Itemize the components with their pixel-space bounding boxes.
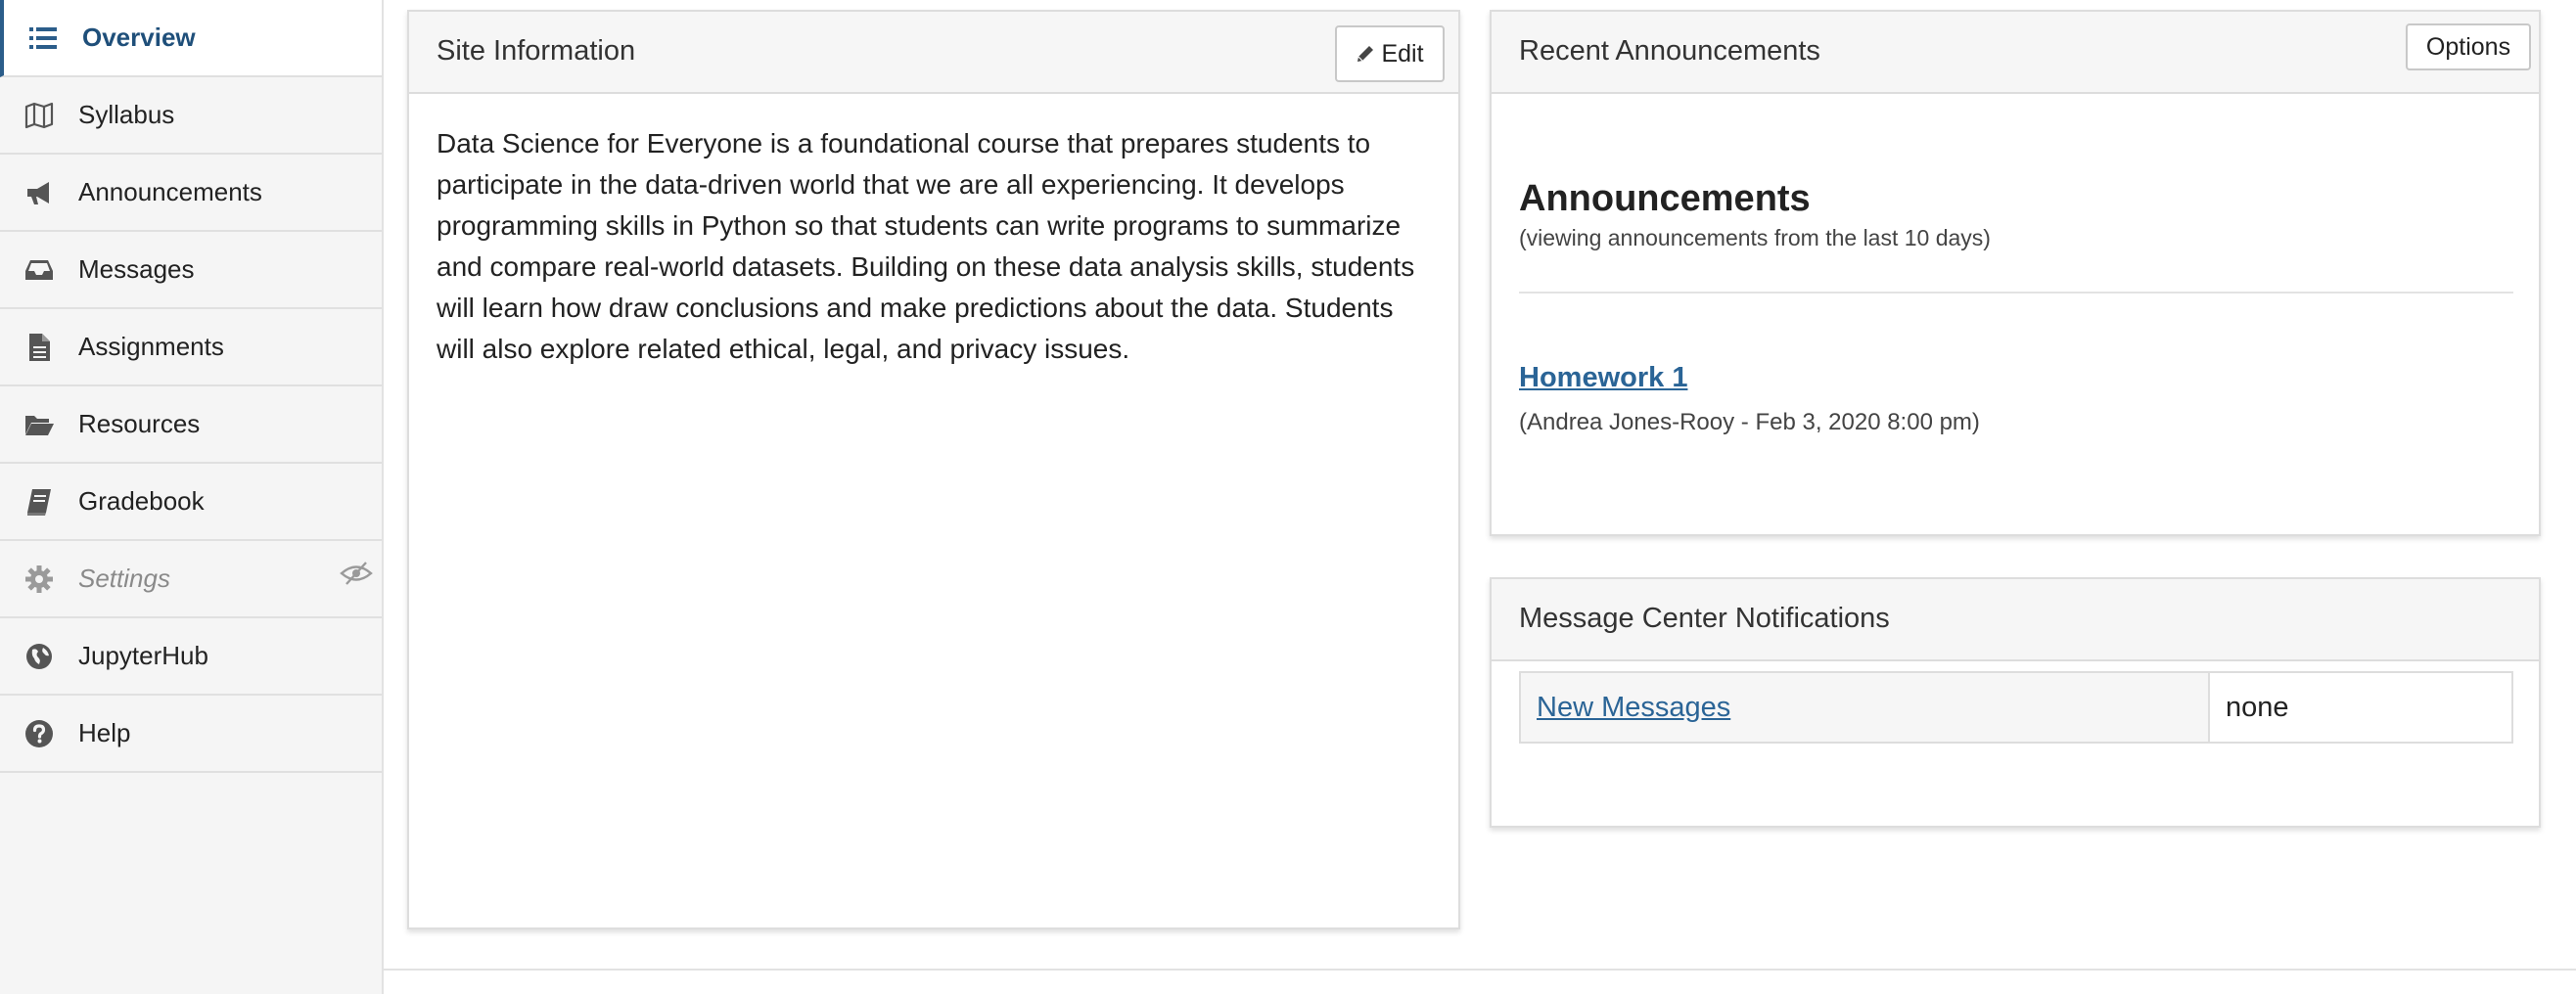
nav-item-settings[interactable]: Settings — [0, 541, 382, 618]
nav-label: Assignments — [78, 332, 224, 361]
tool-menu-sidebar: Overview Syllabus Announcements Messages… — [0, 0, 384, 994]
nav-label: Messages — [78, 254, 195, 284]
message-notifications-table: New Messages none — [1519, 671, 2513, 744]
panel-header: Recent Announcements Options — [1492, 12, 2539, 94]
announcement-link[interactable]: Homework 1 — [1519, 362, 1687, 394]
announcements-heading: Announcements — [1519, 178, 1811, 219]
nav-item-syllabus[interactable]: Syllabus — [0, 77, 382, 155]
nav-label: JupyterHub — [78, 641, 208, 670]
announcement-meta: (Andrea Jones-Rooy - Feb 3, 2020 8:00 pm… — [1519, 409, 1980, 435]
panel-header: Message Center Notifications — [1492, 579, 2539, 661]
footer-divider — [384, 969, 2576, 971]
bullhorn-icon — [22, 175, 57, 210]
inbox-icon — [22, 252, 57, 288]
table-cell: New Messages — [1521, 673, 2210, 742]
globe-icon — [22, 639, 57, 674]
nav-item-assignments[interactable]: Assignments — [0, 309, 382, 386]
announcements-subheading: (viewing announcements from the last 10 … — [1519, 225, 1991, 250]
nav-label: Help — [78, 718, 131, 747]
message-center-panel: Message Center Notifications New Message… — [1490, 577, 2541, 828]
panel-title: Recent Announcements — [1519, 35, 1820, 67]
nav-item-announcements[interactable]: Announcements — [0, 155, 382, 232]
site-information-panel: Site Information Edit Data Science for E… — [407, 10, 1460, 929]
nav-item-messages[interactable]: Messages — [0, 232, 382, 309]
pencil-icon — [1357, 46, 1374, 62]
nav-label: Resources — [78, 409, 201, 438]
nav-item-overview[interactable]: Overview — [0, 0, 382, 77]
nav-label: Announcements — [78, 177, 262, 206]
nav-label: Settings — [78, 564, 170, 593]
nav-item-help[interactable]: Help — [0, 696, 382, 773]
new-messages-count: none — [2226, 691, 2289, 723]
eye-slash-icon — [339, 561, 374, 586]
edit-button[interactable]: Edit — [1335, 25, 1445, 82]
nav-item-jupyterhub[interactable]: JupyterHub — [0, 618, 382, 696]
book-icon — [22, 484, 57, 520]
nav-label: Gradebook — [78, 486, 205, 516]
question-circle-icon — [22, 716, 57, 751]
panel-title: Message Center Notifications — [1519, 603, 1890, 634]
nav-item-gradebook[interactable]: Gradebook — [0, 464, 382, 541]
panel-title: Site Information — [437, 35, 636, 67]
folder-open-icon — [22, 407, 57, 442]
file-text-icon — [22, 330, 57, 365]
options-button[interactable]: Options — [2406, 23, 2531, 70]
list-icon — [25, 21, 61, 56]
nav-item-resources[interactable]: Resources — [0, 386, 382, 464]
nav-label: Syllabus — [78, 100, 175, 129]
nav-label: Overview — [82, 23, 196, 52]
map-icon — [22, 98, 57, 133]
edit-button-label: Edit — [1381, 39, 1424, 68]
gear-icon — [22, 562, 57, 597]
divider — [1519, 292, 2513, 294]
new-messages-link[interactable]: New Messages — [1537, 692, 1730, 724]
recent-announcements-panel: Recent Announcements Options Announcemen… — [1490, 10, 2541, 536]
site-description: Data Science for Everyone is a foundatio… — [437, 128, 1415, 364]
panel-header: Site Information Edit — [409, 12, 1458, 94]
